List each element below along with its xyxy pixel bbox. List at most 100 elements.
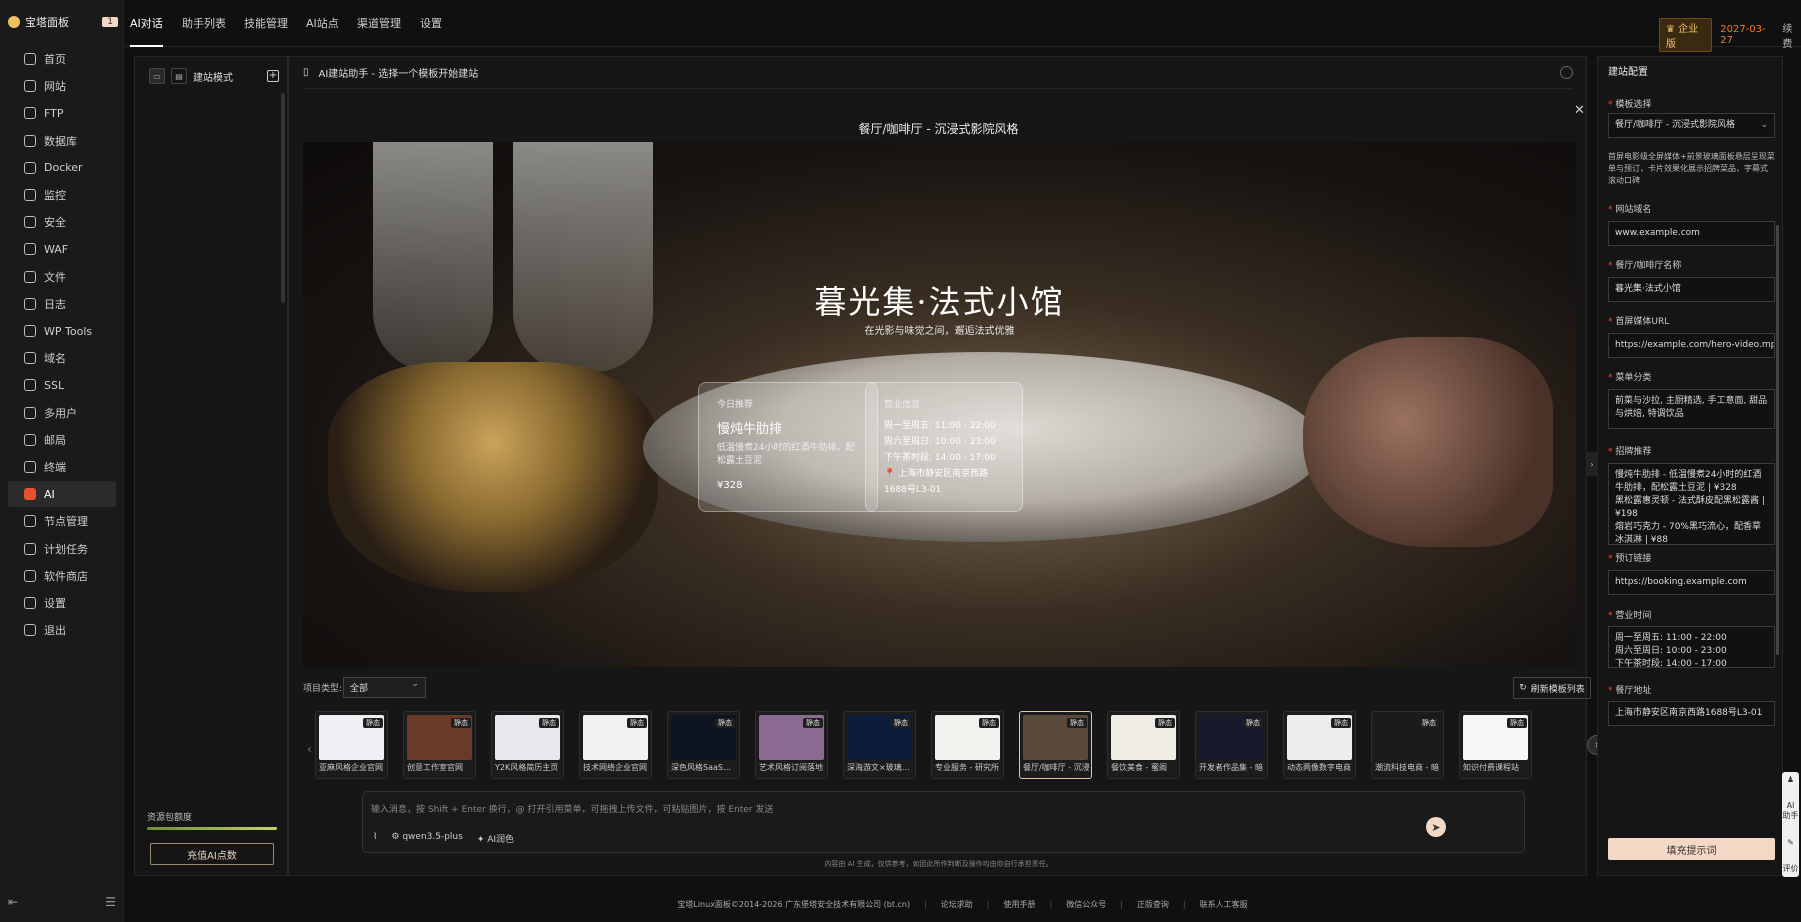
tab-assistant-list[interactable]: 助手列表 — [182, 0, 226, 47]
card-kicker: 营业信息 — [884, 400, 921, 410]
fill-prompt-button[interactable]: 填充提示词 — [1608, 838, 1775, 860]
sidebar-item[interactable]: 节点管理 — [8, 508, 116, 534]
edition-badge[interactable]: ♛ 企业版 — [1659, 18, 1713, 52]
sidebar-item[interactable]: SSL — [8, 372, 116, 398]
tab-ai-chat[interactable]: AI对话 — [130, 0, 163, 47]
tab-ai-sites[interactable]: AI站点 — [306, 0, 339, 47]
domain-field[interactable]: www.example.com — [1608, 221, 1775, 246]
booking-label: 预订链接 — [1608, 551, 1651, 564]
tab-skill-management[interactable]: 技能管理 — [244, 0, 288, 47]
booking-field[interactable]: https://booking.example.com — [1608, 570, 1775, 595]
site-mode-icon[interactable]: ▤ — [171, 68, 187, 84]
template-tag: 静态 — [539, 718, 559, 728]
template-thumbnail[interactable]: 静态 亚麻风格企业官网 — [315, 711, 388, 779]
template-thumbnail[interactable]: 静态 动态两像数字电商 — [1283, 711, 1356, 779]
manual-link[interactable]: 使用手册 — [1004, 899, 1036, 910]
sidebar-item-label: 安全 — [44, 216, 66, 230]
sidebar-item[interactable]: 域名 — [8, 345, 116, 371]
ai-polish-button[interactable]: ✦ AI润色 — [477, 832, 514, 845]
menu-field[interactable]: 前菜与沙拉, 主厨精选, 手工意面, 甜品与烘焙, 特调饮品 — [1608, 389, 1775, 429]
tab-settings[interactable]: 设置 — [420, 0, 442, 47]
template-thumbnail[interactable]: 静态 艺术风格订阅落地 — [755, 711, 828, 779]
template-thumbnail[interactable]: 静态 开发者作品集 - 暗 — [1195, 711, 1268, 779]
template-thumbnail[interactable]: 静态 餐饮美食 - 蜜阁 — [1107, 711, 1180, 779]
sidebar-item[interactable]: 邮局 — [8, 427, 116, 453]
chevron-left-icon[interactable]: ‹ — [307, 742, 312, 756]
rate-icon[interactable]: ✎ — [1787, 838, 1794, 848]
sidebar-toggle-icon[interactable]: ▯ — [303, 67, 309, 78]
sidebar-item[interactable]: FTP — [8, 100, 116, 126]
sidebar-item[interactable]: 软件商店 — [8, 563, 116, 589]
sidebar-item-label: 多用户 — [44, 406, 77, 420]
media-url-field[interactable]: https://example.com/hero-video.mp4 — [1608, 333, 1775, 358]
template-thumbnail[interactable]: 静态 餐厅/咖啡厅 - 沉浸 — [1019, 711, 1092, 779]
rate-label[interactable]: 评价 — [1783, 864, 1799, 874]
template-thumbnail[interactable]: 静态 创意工作室官网 — [403, 711, 476, 779]
chat-mode-icon[interactable]: ▭ — [149, 68, 165, 84]
sidebar-item[interactable]: 首页 — [8, 46, 116, 72]
sidebar-item-label: WAF — [44, 242, 69, 256]
sidebar-item[interactable]: 多用户 — [8, 400, 116, 426]
sidebar-item-label: 邮局 — [44, 433, 66, 447]
brand[interactable]: 宝塔面板 1 — [8, 14, 118, 30]
close-icon[interactable]: ✕ — [1574, 103, 1585, 118]
config-scrollbar[interactable] — [1776, 225, 1779, 655]
template-thumbnail[interactable]: 静态 潮流科技电商 - 暗 — [1371, 711, 1444, 779]
brand-name: 宝塔面板 — [25, 16, 69, 29]
refresh-templates-button[interactable]: ↻ 刷新模板列表 — [1513, 677, 1591, 699]
add-session-icon[interactable]: + — [267, 70, 279, 82]
collapse-icon[interactable]: ⇤ — [8, 895, 18, 909]
template-thumbnail[interactable]: 静态 技术网络企业官网 — [579, 711, 652, 779]
chat-input[interactable]: 输入消息，按 Shift + Enter 换行，@ 打开引用菜单，可拖拽上传文件… — [371, 802, 773, 815]
sidebar-item[interactable]: 退出 — [8, 617, 116, 643]
attach-icon[interactable]: ⌇ — [373, 832, 377, 845]
sidebar-item[interactable]: 文件 — [8, 264, 116, 290]
sidebar-item[interactable]: 数据库 — [8, 128, 116, 154]
address-field[interactable]: 上海市静安区南京西路1688号L3-01 — [1608, 701, 1775, 726]
template-thumbnail[interactable]: 静态 深海游文×玻璃质感 — [843, 711, 916, 779]
name-field[interactable]: 暮光集·法式小馆 — [1608, 277, 1775, 302]
sidebar-item[interactable]: 设置 — [8, 590, 116, 616]
sidebar-item[interactable]: WP Tools — [8, 318, 116, 344]
chat-input-box[interactable]: 输入消息，按 Shift + Enter 换行，@ 打开引用菜单，可拖拽上传文件… — [362, 791, 1525, 853]
template-thumbnail[interactable]: 静态 知识付费课程站 — [1459, 711, 1532, 779]
template-thumbnail[interactable]: 静态 深色风格SaaS产品 — [667, 711, 740, 779]
renew-link[interactable]: 续费 — [1782, 20, 1801, 50]
project-type-select[interactable]: 全部 — [343, 677, 426, 698]
hours-field[interactable]: 周一至周五: 11:00 - 22:00 周六至周日: 10:00 - 23:0… — [1608, 626, 1775, 669]
sidebar-item[interactable]: AI — [8, 481, 116, 508]
template-tag: 静态 — [979, 718, 999, 728]
session-scrollbar[interactable] — [281, 93, 285, 303]
sidebar-item[interactable]: 日志 — [8, 291, 116, 317]
send-button[interactable]: ➤ — [1426, 817, 1446, 837]
sidebar-item[interactable]: Docker — [8, 155, 116, 181]
template-select[interactable]: 餐厅/咖啡厅 - 沉浸式影院风格 ⌄ — [1608, 113, 1775, 138]
template-title: 餐厅/咖啡厅 - 沉浸式影院风格 — [858, 122, 1019, 136]
menu-label: 菜单分类 — [1608, 370, 1651, 383]
model-selector[interactable]: ⚙ qwen3.5-plus — [391, 832, 462, 845]
sidebar-item-label: SSL — [44, 378, 65, 392]
address-label: 餐厅地址 — [1608, 683, 1651, 696]
notification-badge[interactable]: 1 — [102, 17, 118, 27]
tab-channel-management[interactable]: 渠道管理 — [357, 0, 401, 47]
template-thumbnail[interactable]: 静态 Y2K风格简历主页 — [491, 711, 564, 779]
template-thumbnail[interactable]: 静态 专业服务 - 研究所 — [931, 711, 1004, 779]
license-check-link[interactable]: 正版查询 — [1137, 899, 1169, 910]
panel-toggle-icon[interactable]: › — [1587, 452, 1597, 476]
sidebar-item[interactable]: 监控 — [8, 182, 116, 208]
forum-link[interactable]: 论坛求助 — [941, 899, 973, 910]
ai-assistant-icon[interactable]: ♟ — [1787, 775, 1794, 785]
signature-field[interactable]: 慢炖牛肋排 - 低温慢煮24小时的红酒牛肋排，配松露土豆泥 | ¥328 黑松露… — [1608, 463, 1775, 545]
sidebar-item[interactable]: WAF — [8, 236, 116, 262]
sidebar-item[interactable]: 网站 — [8, 73, 116, 99]
sidebar-item[interactable]: 计划任务 — [8, 536, 116, 562]
sidebar-item[interactable]: 终端 — [8, 454, 116, 480]
sidebar: 宝塔面板 1 首页 网站 FTP 数据库 Docker 监控安全 WAF 文件 日志 WP Too… — [0, 0, 124, 922]
support-link[interactable]: 联系人工客服 — [1200, 899, 1248, 910]
status-circle-icon[interactable] — [1560, 66, 1573, 79]
menu-icon[interactable]: ☰ — [105, 895, 116, 909]
recharge-button[interactable]: 充值AI点数 — [150, 843, 274, 865]
ai-assistant-label[interactable]: AI 助手 — [1782, 801, 1799, 821]
wechat-link[interactable]: 微信公众号 — [1066, 899, 1106, 910]
sidebar-item[interactable]: 安全 — [8, 209, 116, 235]
